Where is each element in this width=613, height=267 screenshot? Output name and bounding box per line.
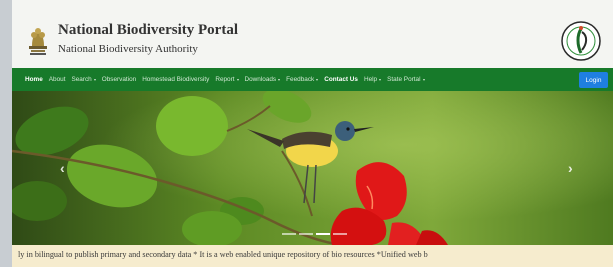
nav-item-help[interactable]: Help <box>363 76 382 83</box>
carousel-indicator[interactable] <box>333 233 347 235</box>
image-carousel[interactable] <box>12 91 613 245</box>
nav-item-label: Homestead Biodiversity <box>142 76 210 83</box>
nav-item-label: State Portal <box>387 76 421 83</box>
nav-item-contact-us[interactable]: Contact Us <box>324 76 358 83</box>
carousel-indicators <box>282 233 347 235</box>
page-subtitle: National Biodiversity Authority <box>58 43 198 55</box>
nav-item-about[interactable]: About <box>49 76 66 83</box>
caret-down-icon <box>422 78 425 81</box>
ticker-text: ly in bilingual to publish primary and s… <box>18 250 428 259</box>
caret-down-icon <box>236 78 239 81</box>
caret-down-icon <box>379 78 382 81</box>
nav-item-search[interactable]: Search <box>71 76 96 83</box>
carousel-indicator[interactable] <box>282 233 296 235</box>
nav-item-report[interactable]: Report <box>215 76 239 83</box>
nav-item-homestead-biodiversity[interactable]: Homestead Biodiversity <box>142 76 209 83</box>
portal-frame: National Biodiversity Portal National Bi… <box>12 0 613 267</box>
nav-menu: Home About Search Observation Homestead Biod… <box>25 68 425 91</box>
nav-item-label: Home <box>25 76 43 83</box>
nav-item-state-portal[interactable]: State Portal <box>387 76 425 83</box>
news-ticker: ly in bilingual to publish primary and s… <box>12 245 613 267</box>
nav-item-label: About <box>48 76 66 83</box>
main-navbar: Home About Search Observation Homestead Biod… <box>12 68 613 91</box>
login-button[interactable]: Login <box>579 72 608 88</box>
nav-item-label: Observation <box>101 76 137 83</box>
nav-item-downloads[interactable]: Downloads <box>245 76 281 83</box>
nav-item-label: Contact Us <box>324 76 358 83</box>
nba-logo-icon[interactable] <box>560 20 602 62</box>
nav-item-label: Downloads <box>244 76 277 83</box>
carousel-next-arrow[interactable]: › <box>568 160 573 176</box>
nav-item-label: Search <box>71 76 92 83</box>
nav-item-label: Report <box>215 76 235 83</box>
carousel-indicator[interactable] <box>316 233 330 235</box>
nav-item-home[interactable]: Home <box>25 76 43 83</box>
nav-item-label: Feedback <box>286 76 315 83</box>
national-emblem-icon <box>29 28 47 55</box>
site-header: National Biodiversity Portal National Bi… <box>12 0 613 68</box>
caret-down-icon <box>316 78 319 81</box>
carousel-indicator[interactable] <box>299 233 313 235</box>
carousel-prev-arrow[interactable]: ‹ <box>60 160 65 176</box>
nav-item-feedback[interactable]: Feedback <box>286 76 319 83</box>
nav-item-label: Help <box>363 76 378 83</box>
caret-down-icon <box>93 78 96 81</box>
caret-down-icon <box>278 78 281 81</box>
nav-item-observation[interactable]: Observation <box>102 76 136 83</box>
carousel-slide-image <box>12 91 613 245</box>
page-title: National Biodiversity Portal <box>58 22 238 38</box>
